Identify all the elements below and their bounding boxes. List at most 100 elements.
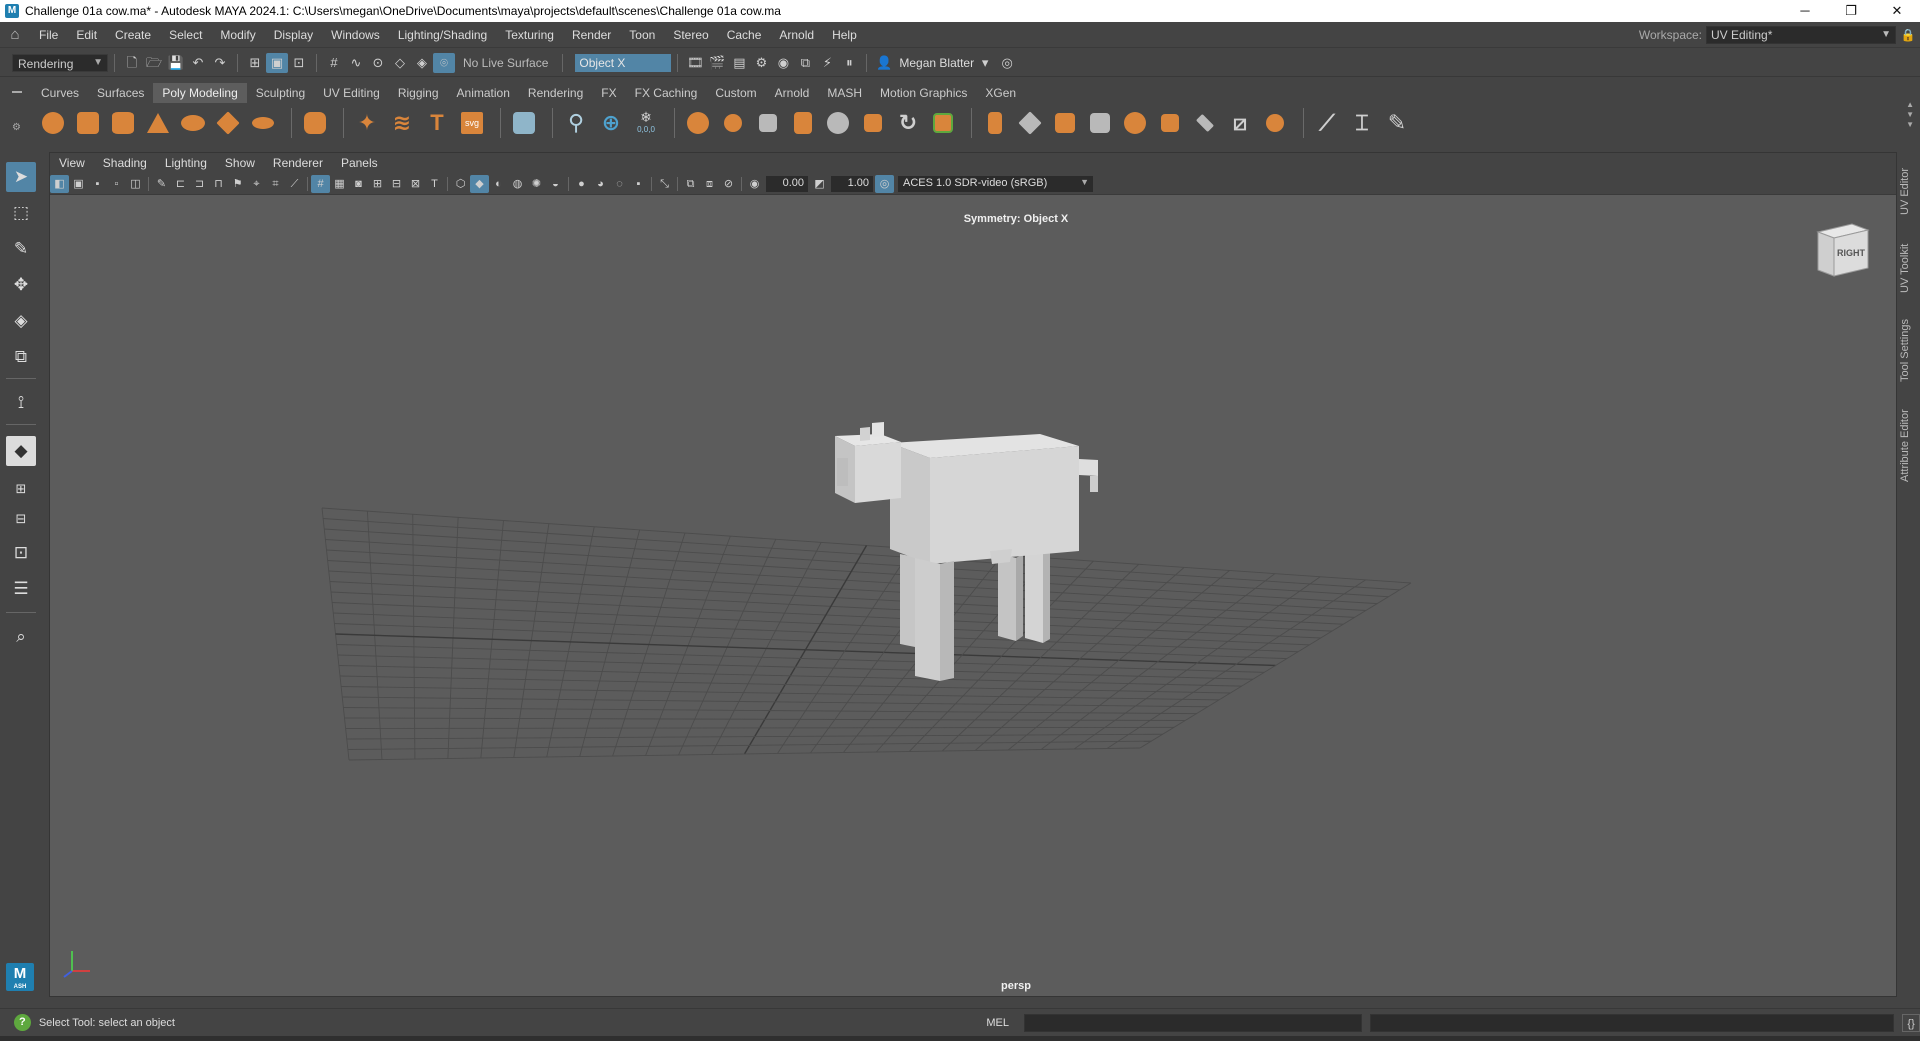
render-history-icon[interactable]: 🎞 <box>684 53 706 73</box>
menu-windows[interactable]: Windows <box>322 28 389 42</box>
shelf-tab-surfaces[interactable]: Surfaces <box>88 83 153 103</box>
anaglyph-icon[interactable]: ⧈ <box>700 175 719 193</box>
shelf-tab-fx-caching[interactable]: FX Caching <box>626 83 707 103</box>
viewport-panel[interactable]: View Shading Lighting Show Renderer Pane… <box>49 152 1897 997</box>
smooth-shade-icon[interactable]: ◙ <box>349 175 368 193</box>
lock-camera-icon[interactable]: ⊏ <box>171 175 190 193</box>
shelf-tab-animation[interactable]: Animation <box>448 83 519 103</box>
target-weld-icon[interactable] <box>1120 108 1150 138</box>
poly-sphere-icon[interactable] <box>38 108 68 138</box>
exposure-icon[interactable]: ◉ <box>745 175 764 193</box>
camera-pivot-icon[interactable]: ⤡ <box>655 175 674 193</box>
stereo-icon[interactable]: ⊘ <box>719 175 738 193</box>
lock-icon[interactable]: 🔒 <box>1896 28 1920 42</box>
pivot-icon[interactable]: ⚲ <box>561 108 591 138</box>
render-view-icon[interactable]: ⧉ <box>794 53 816 73</box>
viewport-menu-panels[interactable]: Panels <box>332 156 387 170</box>
shelf-tab-sculpting[interactable]: Sculpting <box>247 83 314 103</box>
viewport-menu-shading[interactable]: Shading <box>94 156 156 170</box>
platonic-solid-icon[interactable] <box>300 108 330 138</box>
wireframe-icon[interactable]: ▦ <box>330 175 349 193</box>
menu-cache[interactable]: Cache <box>718 28 771 42</box>
menu-render[interactable]: Render <box>563 28 620 42</box>
tab-tool-settings[interactable]: Tool Settings <box>1899 310 1920 392</box>
menu-help[interactable]: Help <box>823 28 866 42</box>
menu-create[interactable]: Create <box>106 28 160 42</box>
parallel-stereo-icon[interactable]: ⧉ <box>681 175 700 193</box>
close-button[interactable]: ✕ <box>1874 0 1920 22</box>
shadows-icon[interactable]: T <box>425 175 444 193</box>
extrude-icon[interactable] <box>858 108 888 138</box>
poly-disc-icon[interactable] <box>248 108 278 138</box>
select-hierarchy-icon[interactable]: ⊞ <box>244 53 266 73</box>
select-component-icon[interactable]: ⊡ <box>288 53 310 73</box>
poly-plane-icon[interactable] <box>213 108 243 138</box>
shelf-gear-icon[interactable]: ⚙ <box>12 122 21 133</box>
help-globe-icon[interactable]: ◎ <box>996 53 1018 73</box>
view-cube[interactable]: RIGHT <box>1810 218 1874 282</box>
workspace-dropdown[interactable]: UV Editing* ▼ <box>1706 26 1896 44</box>
menu-stereo[interactable]: Stereo <box>664 28 717 42</box>
shelf-tab-curves[interactable]: Curves <box>32 83 88 103</box>
minimize-button[interactable]: ─ <box>1782 0 1828 22</box>
grease-pencil-icon[interactable]: ✎ <box>152 175 171 193</box>
new-scene-icon[interactable]: 🗋 <box>121 53 143 73</box>
connect-icon[interactable] <box>1260 108 1290 138</box>
snap-surface-icon[interactable]: ◈ <box>411 53 433 73</box>
super-shape-icon[interactable]: ✦ <box>352 108 382 138</box>
xray-icon[interactable]: ◆ <box>470 174 489 193</box>
use-all-lights-icon[interactable]: ⊠ <box>406 175 425 193</box>
select-object-icon[interactable]: ▣ <box>266 52 288 73</box>
persp-outliner-layout-icon[interactable]: ⊟ <box>6 504 36 534</box>
undo-icon[interactable]: ↶ <box>187 53 209 73</box>
type-text-icon[interactable]: T <box>422 108 452 138</box>
2d-pan-zoom-icon[interactable]: ◫ <box>126 175 145 193</box>
viewport-menu-show[interactable]: Show <box>216 156 264 170</box>
rotate-tool-icon[interactable]: ◈ <box>6 306 36 336</box>
command-line-input[interactable] <box>1024 1013 1363 1032</box>
pause-icon[interactable]: ⏸ <box>838 53 860 73</box>
center-pivot-icon[interactable]: ⊕ <box>596 108 626 138</box>
menu-modify[interactable]: Modify <box>211 28 264 42</box>
mesh-grid-icon[interactable] <box>509 108 539 138</box>
camera-attributes-icon[interactable]: ▣ <box>69 175 88 193</box>
shelf-tab-custom[interactable]: Custom <box>706 83 765 103</box>
screen-space-ao-icon[interactable]: ✺ <box>527 175 546 193</box>
hud-icon[interactable]: ◌ <box>610 175 629 193</box>
lasso-tool-icon[interactable]: ⬚ <box>6 198 36 228</box>
shelf-tab-motion-graphics[interactable]: Motion Graphics <box>871 83 976 103</box>
two-pane-layout-icon[interactable]: ⊡ <box>6 538 36 568</box>
script-editor-icon[interactable]: {} <box>1902 1013 1920 1032</box>
field-chart-icon[interactable]: ⌖ <box>247 175 266 193</box>
shelf-tab-arnold[interactable]: Arnold <box>766 83 819 103</box>
snap-point-icon[interactable]: ⊙ <box>367 53 389 73</box>
home-icon[interactable]: ⌂ <box>0 26 30 43</box>
poly-torus-icon[interactable] <box>178 108 208 138</box>
user-account-name[interactable]: Megan Blatter <box>899 56 974 70</box>
menu-lighting-shading[interactable]: Lighting/Shading <box>389 28 496 42</box>
paint-select-tool-icon[interactable]: ✎ <box>6 234 36 264</box>
combine-icon[interactable] <box>683 108 713 138</box>
multisample-aa-icon[interactable]: ● <box>572 175 591 193</box>
bookmarks-icon[interactable]: ▪ <box>88 175 107 193</box>
frame-selection-icon[interactable]: ▪ <box>629 175 648 193</box>
motion-blur-icon[interactable]: ◒ <box>546 175 565 193</box>
render-settings-icon[interactable]: ⚙ <box>750 53 772 73</box>
menu-toon[interactable]: Toon <box>620 28 664 42</box>
multi-cut-icon[interactable] <box>1015 108 1045 138</box>
offset-edge-loop-icon[interactable]: ⌶ <box>1347 108 1377 138</box>
shelf-scroll-arrows[interactable]: ▲ ▼ ▼ <box>1906 100 1914 130</box>
xray-active-icon[interactable]: ◍ <box>508 175 527 193</box>
shelf-tab-fx[interactable]: FX <box>592 83 625 103</box>
gamma-icon[interactable]: ◩ <box>810 175 829 193</box>
depth-of-field-icon[interactable]: ◕ <box>591 175 610 193</box>
insert-edge-loop-icon[interactable]: ⟋ <box>1312 108 1342 138</box>
smooth-icon[interactable] <box>788 108 818 138</box>
shelf-tab-rigging[interactable]: Rigging <box>389 83 448 103</box>
color-management-icon[interactable]: ◎ <box>875 174 894 193</box>
image-plane-icon[interactable]: ▫ <box>107 175 126 193</box>
mirror-icon[interactable] <box>823 108 853 138</box>
maya-logo-icon[interactable]: M ASH <box>6 963 34 991</box>
shelf-tab-uv-editing[interactable]: UV Editing <box>314 83 389 103</box>
boolean-icon[interactable] <box>753 108 783 138</box>
